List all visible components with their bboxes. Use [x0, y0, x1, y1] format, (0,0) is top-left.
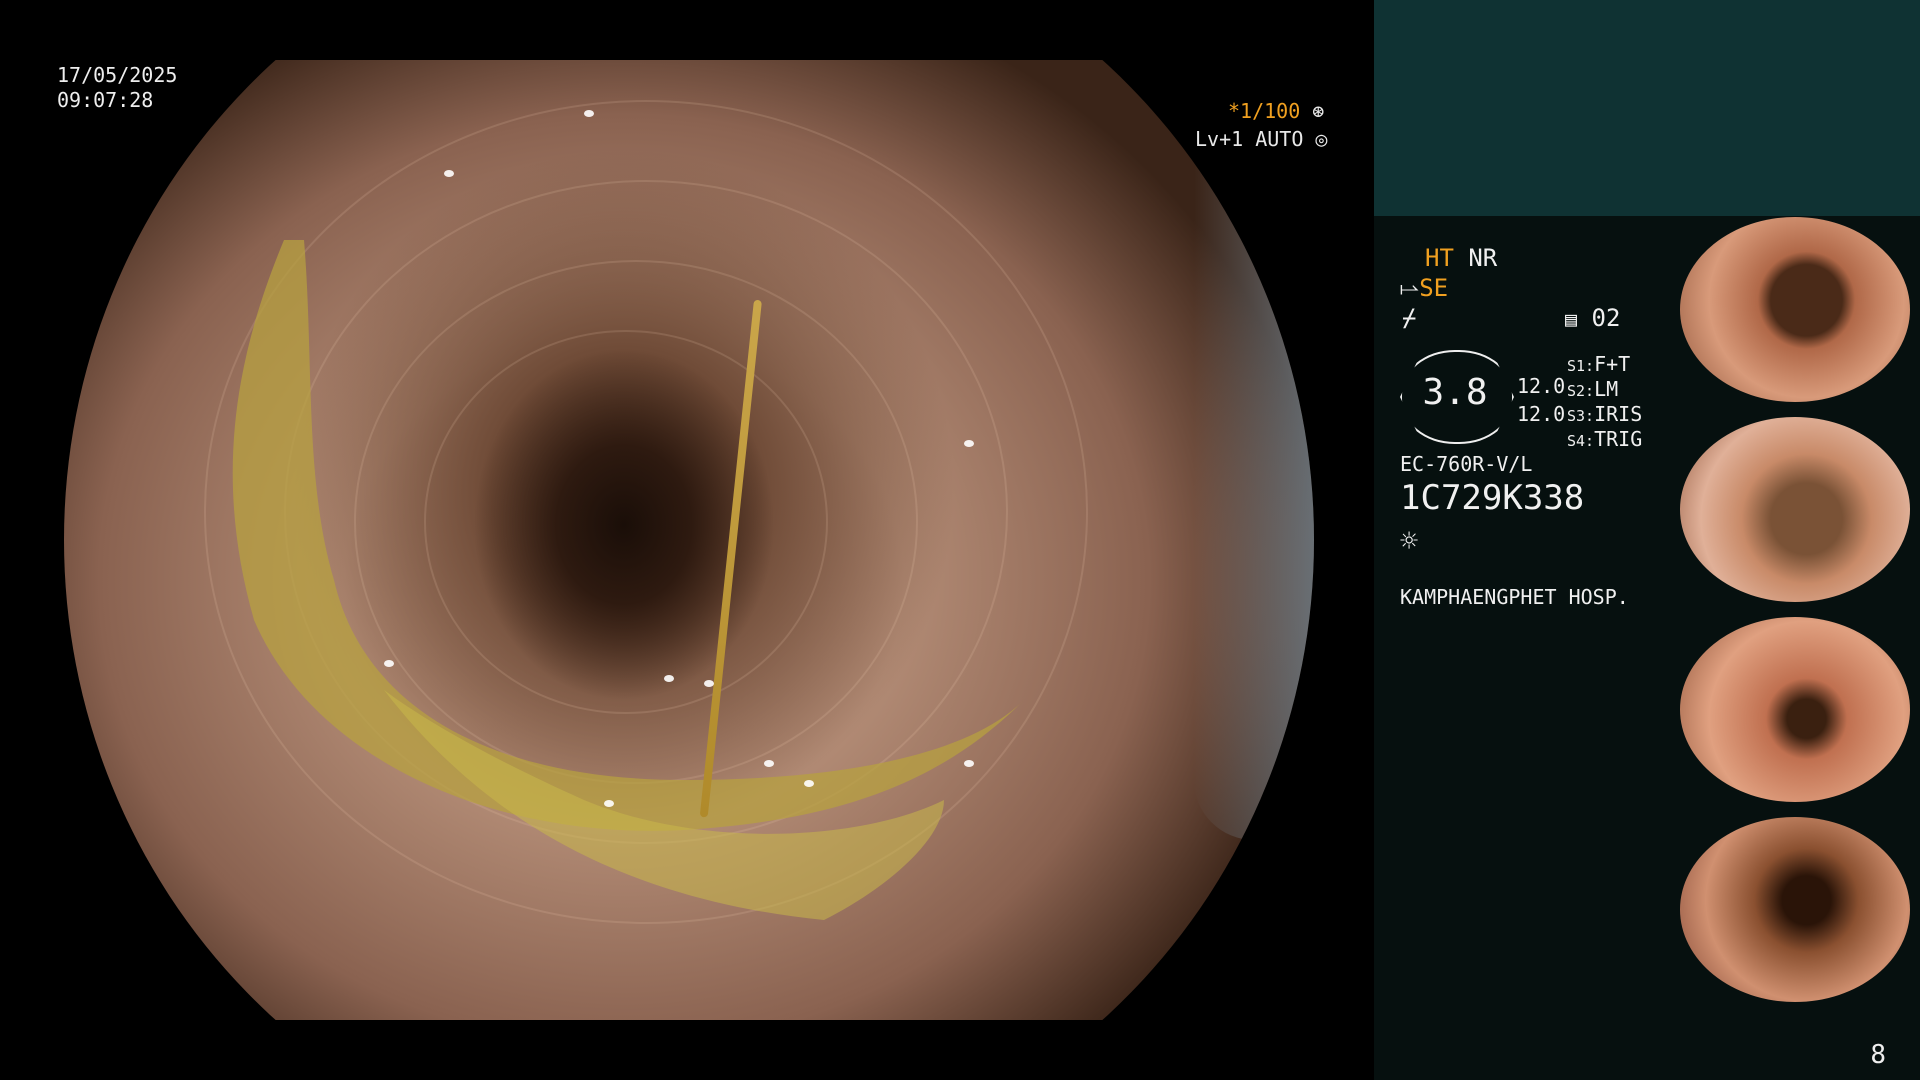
s3-value: IRIS	[1594, 402, 1643, 426]
time-text: 09:07:28	[57, 88, 154, 112]
scope-model: EC-760R-V/L	[1400, 452, 1533, 476]
s3-key: S3:	[1567, 407, 1595, 425]
shutter-text: *1/100	[1228, 99, 1301, 123]
level-text: Lv+1 AUTO	[1195, 127, 1304, 151]
aperture-icon: ⊛	[1312, 99, 1325, 123]
specular-glint	[804, 780, 814, 787]
date-text: 17/05/2025	[57, 63, 178, 87]
memory-icon: ▤	[1565, 307, 1578, 331]
level-setting: Lv+1 AUTO ◎	[1195, 126, 1327, 152]
hospital-name: KAMPHAENGPHET HOSP.	[1400, 585, 1629, 609]
switch-s4: S4:TRIG	[1567, 425, 1642, 455]
specular-glint	[964, 440, 974, 447]
specular-glint	[704, 680, 714, 687]
specular-glint	[604, 800, 614, 807]
specular-glint	[664, 675, 674, 682]
capture-thumbnail[interactable]	[1670, 617, 1920, 802]
bile-fluid	[232, 240, 1025, 920]
se-label: SE	[1419, 274, 1449, 302]
structure-icon: ⥛	[1400, 274, 1420, 302]
s2-value: LM	[1594, 377, 1619, 401]
timestamp: 17/05/2025 09:07:28	[57, 63, 177, 113]
s1-value: F+T	[1594, 352, 1631, 376]
shutter-setting: *1/100 ⊛	[1228, 98, 1324, 124]
page-number: 8	[1870, 1040, 1886, 1070]
zoom-value: 3.8	[1422, 372, 1488, 413]
light-icon: ☼	[1400, 524, 1419, 559]
capture-thumbnail[interactable]	[1670, 417, 1920, 602]
scope-cap-edge	[1194, 140, 1314, 840]
info-panel-header	[1374, 0, 1920, 216]
specular-glint	[764, 760, 774, 767]
counter-row: ▤ 02	[1565, 304, 1620, 333]
nr-label: NR	[1468, 244, 1498, 272]
se-row: ⥛SE	[1400, 274, 1448, 302]
s1-key: S1:	[1567, 357, 1595, 375]
scope-serial: 1C729K338	[1400, 478, 1585, 518]
specular-glint	[444, 170, 454, 177]
specular-glint	[384, 660, 394, 667]
freeze-icon: ⌿	[1402, 304, 1417, 332]
capture-thumbnail[interactable]	[1670, 817, 1920, 1002]
endoscopy-main-view	[64, 60, 1314, 1020]
s4-key: S4:	[1567, 432, 1595, 450]
val-row-2: 12.0	[1517, 402, 1566, 426]
capture-thumbnail[interactable]	[1670, 217, 1920, 402]
ht-label: HT	[1425, 244, 1454, 272]
ht-nr-row: HT NR	[1425, 244, 1497, 272]
s2-key: S2:	[1567, 382, 1595, 400]
specular-glint	[584, 110, 594, 117]
iris-icon: ◎	[1315, 127, 1328, 151]
s4-value: TRIG	[1594, 427, 1643, 451]
counter-value: 02	[1591, 304, 1621, 332]
val-row-1: 12.0	[1517, 374, 1566, 398]
specular-glint	[964, 760, 974, 767]
